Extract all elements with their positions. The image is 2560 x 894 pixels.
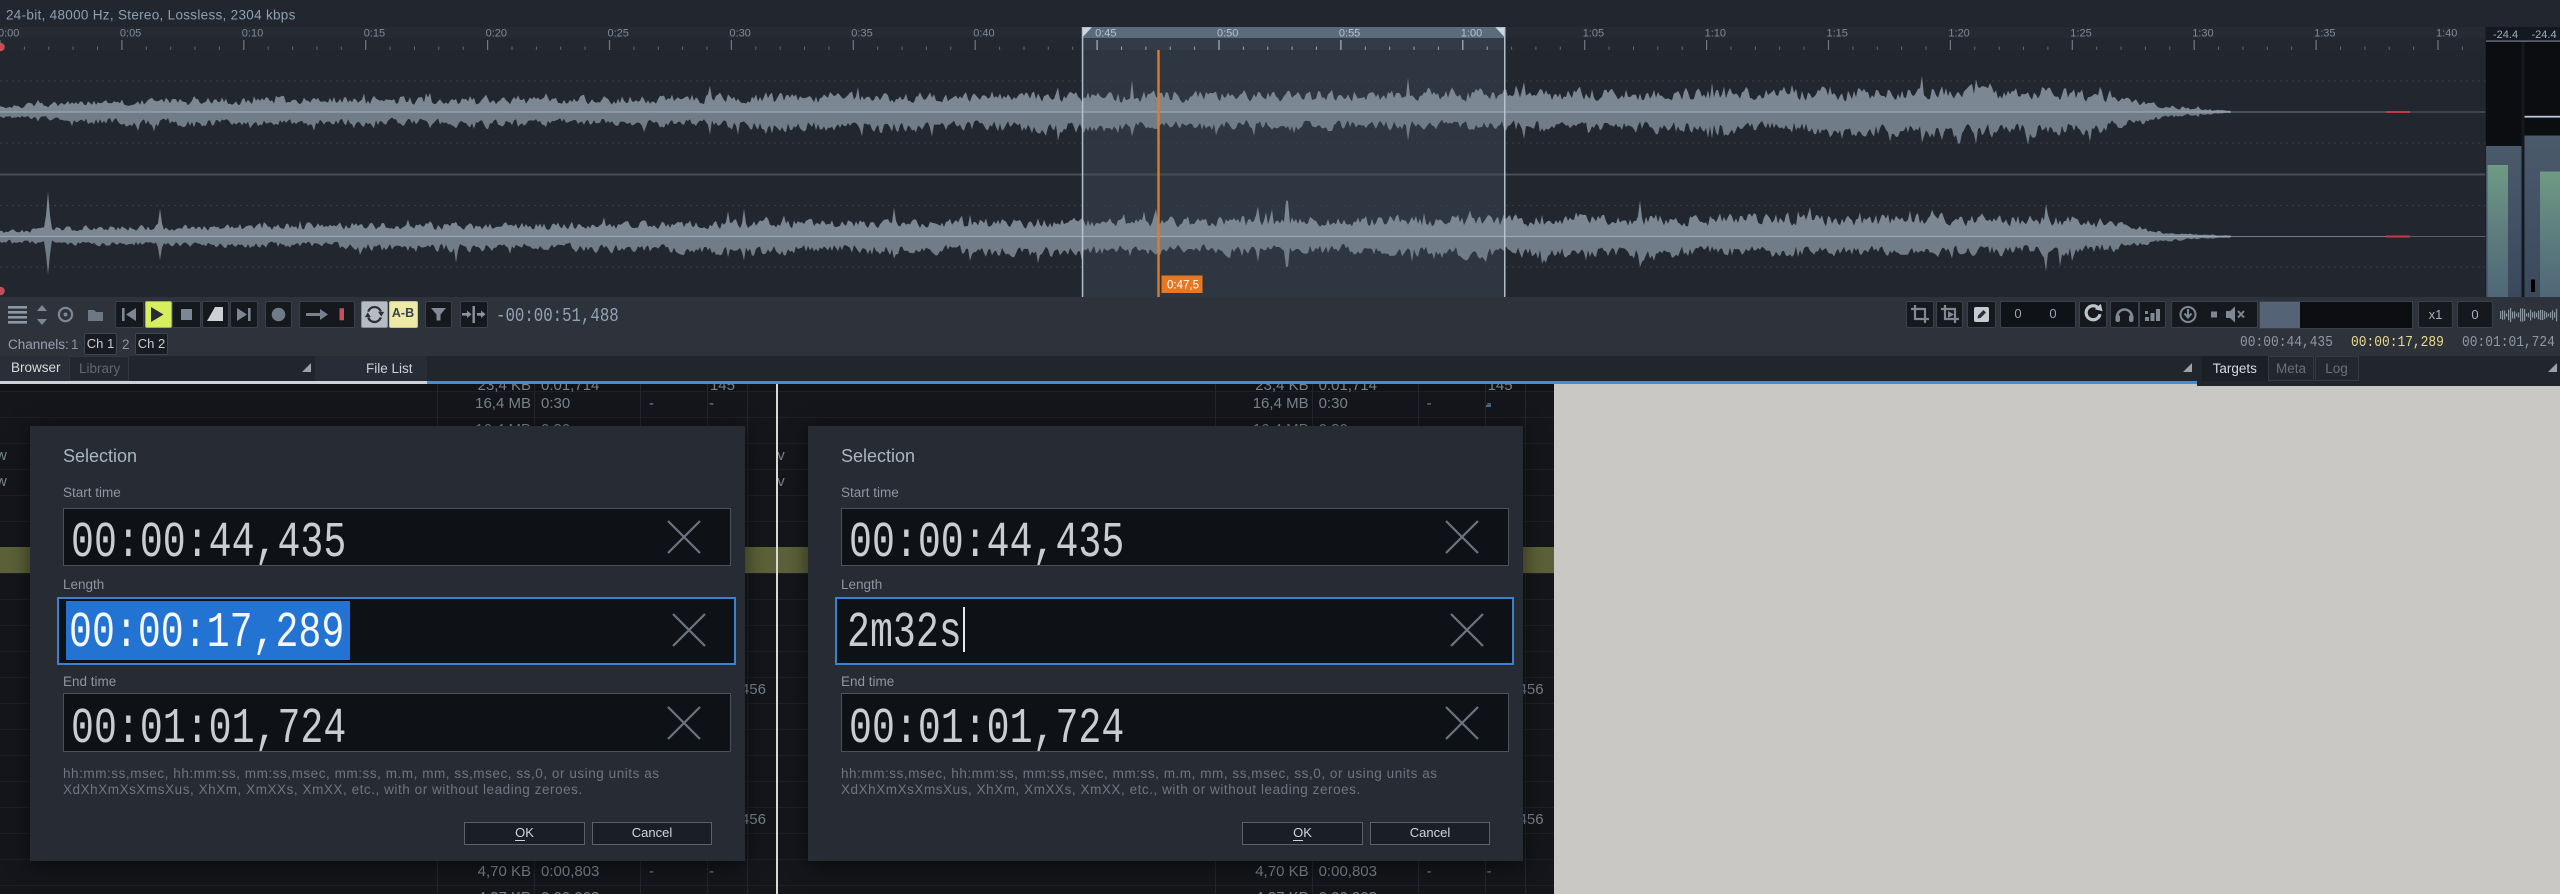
svg-text:1:35: 1:35 — [2314, 28, 2335, 40]
svg-text:0:55: 0:55 — [1339, 28, 1360, 40]
svg-text:0:00: 0:00 — [0, 28, 19, 40]
svg-text:0:50: 0:50 — [1217, 28, 1238, 40]
svg-text:24-bit, 48000 Hz, Stereo, Loss: 24-bit, 48000 Hz, Stereo, Lossless, 2304… — [6, 8, 296, 23]
svg-text:0:05: 0:05 — [120, 28, 141, 40]
svg-text:0:10: 0:10 — [242, 28, 263, 40]
svg-text:1:10: 1:10 — [1705, 28, 1726, 40]
svg-text:1:05: 1:05 — [1583, 28, 1604, 40]
svg-text:-24.4: -24.4 — [2493, 29, 2518, 41]
svg-text:0:47,5: 0:47,5 — [1167, 280, 1199, 292]
svg-text:-24.4: -24.4 — [2532, 29, 2557, 41]
svg-text:0:20: 0:20 — [486, 28, 507, 40]
svg-text:0:40: 0:40 — [973, 28, 994, 40]
svg-text:0:45: 0:45 — [1095, 28, 1116, 40]
svg-text:0:30: 0:30 — [729, 28, 750, 40]
svg-text:0:15: 0:15 — [364, 28, 385, 40]
svg-text:0:25: 0:25 — [608, 28, 629, 40]
svg-text:1:30: 1:30 — [2192, 28, 2213, 40]
svg-text:1:25: 1:25 — [2070, 28, 2091, 40]
svg-text:1:40: 1:40 — [2436, 28, 2457, 40]
svg-text:1:00: 1:00 — [1461, 28, 1482, 40]
svg-text:0:35: 0:35 — [851, 28, 872, 40]
svg-text:1:20: 1:20 — [1948, 28, 1969, 40]
svg-text:1:15: 1:15 — [1827, 28, 1848, 40]
